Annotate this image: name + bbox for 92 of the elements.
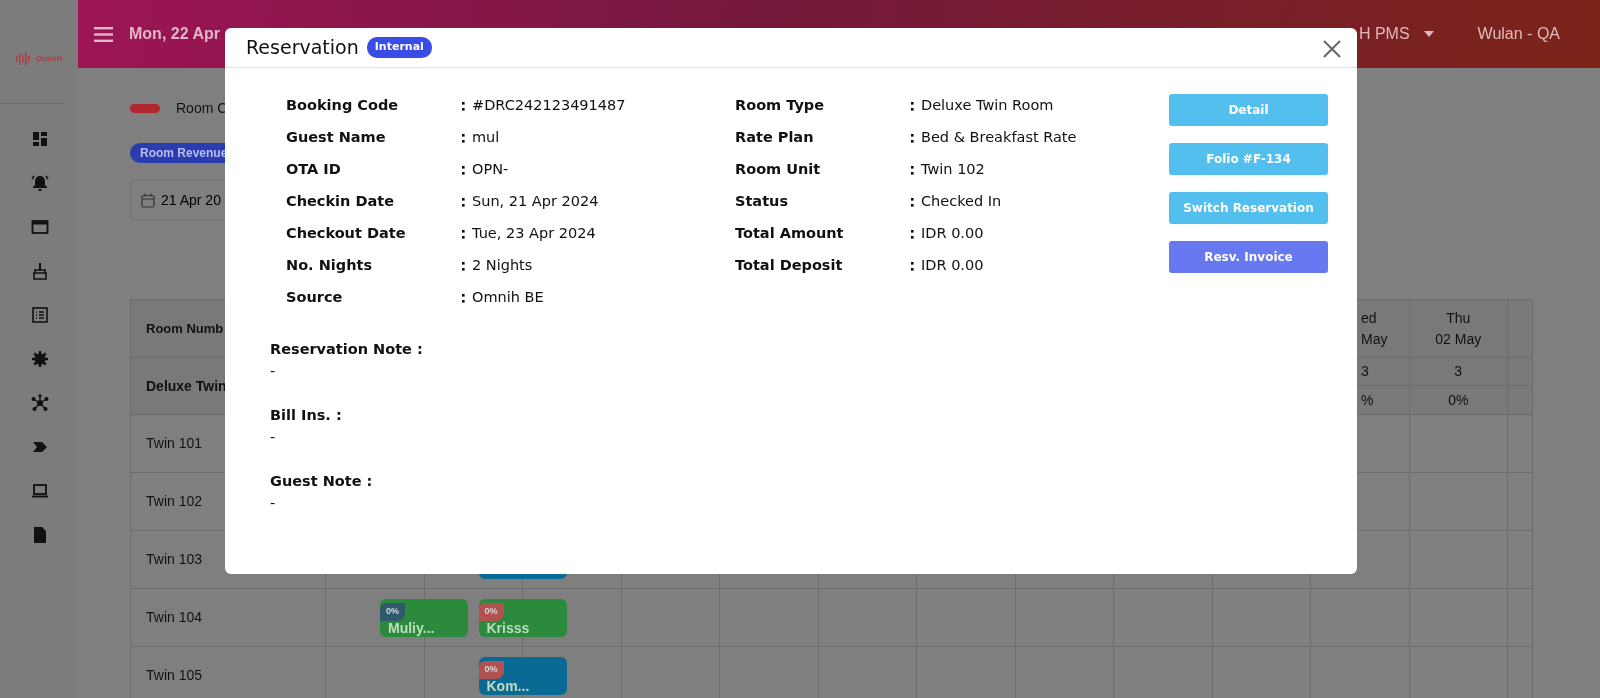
date-label: May <box>1361 329 1388 349</box>
percent-tag: 0% <box>478 603 504 621</box>
table-value: 3 <box>1361 362 1369 381</box>
field-label: Guest Name <box>286 128 387 147</box>
field-value: OPN- <box>472 160 510 179</box>
note-text: - <box>270 429 276 445</box>
settings-icon[interactable] <box>31 350 49 368</box>
room-name: Twin 105 <box>146 666 203 685</box>
percent-tag: 0% <box>380 603 405 621</box>
note-heading: Guest Note : <box>270 472 374 491</box>
network-icon[interactable] <box>31 394 49 412</box>
field-label: Total Amount <box>735 224 845 243</box>
colon-icon <box>911 133 914 143</box>
room-name: Twin 101 <box>146 434 203 453</box>
status-badge: Internal <box>366 37 432 58</box>
note-heading: Reservation Note : <box>270 340 424 359</box>
calendar-icon <box>141 192 155 208</box>
user-menu[interactable]: Wulan - QA <box>1477 22 1560 46</box>
action-button[interactable]: Detail <box>1169 94 1328 126</box>
field-label: Room Unit <box>735 160 822 179</box>
field-value: IDR 0.00 <box>921 256 985 275</box>
date-label: 02 May <box>1435 329 1482 349</box>
booking-bar[interactable]: 0% Kom... <box>478 657 567 695</box>
colon-icon <box>462 133 465 143</box>
colon-icon <box>911 165 914 175</box>
action-button[interactable]: Folio #F-134 <box>1169 143 1328 175</box>
list-icon[interactable] <box>31 306 49 324</box>
table-value: 0% <box>1448 390 1469 410</box>
caret-icon[interactable] <box>1423 31 1434 37</box>
table-value: 3 <box>1454 362 1463 381</box>
field-label: Room Type <box>735 96 826 115</box>
date-title: Mon, 22 Apr <box>129 24 220 44</box>
field-value: Twin 102 <box>921 160 986 179</box>
bell-icon[interactable] <box>31 174 49 192</box>
room-name: Twin 104 <box>146 608 203 627</box>
field-value: Tue, 23 Apr 2024 <box>472 224 597 243</box>
field-value: Omnih BE <box>472 288 545 307</box>
colon-icon <box>462 261 465 271</box>
field-value: Checked In <box>921 192 1003 211</box>
note-text: - <box>270 495 276 511</box>
document-icon[interactable] <box>31 526 49 544</box>
field-label: Total Deposit <box>735 256 844 275</box>
room-type-label: Deluxe Twin <box>146 376 227 396</box>
colon-icon <box>462 197 465 207</box>
colon-icon <box>911 261 914 271</box>
guest-name: Muliy... <box>387 620 436 635</box>
field-value: Bed & Breakfast Rate <box>921 128 1078 147</box>
field-label: Source <box>286 288 344 307</box>
guest-name: Kom... <box>485 678 531 693</box>
action-button[interactable]: Switch Reservation <box>1169 192 1328 224</box>
field-value: IDR 0.00 <box>921 224 985 243</box>
colon-icon <box>911 229 914 239</box>
logo-icon <box>16 51 32 66</box>
colon-icon <box>462 101 465 111</box>
percent-tag: 0% <box>478 661 504 679</box>
dialog-title: Reservation <box>246 35 359 61</box>
legend-swatch <box>130 103 160 113</box>
day-label: Thu <box>1446 308 1471 328</box>
note-text: - <box>270 363 276 379</box>
action-button[interactable]: Resv. Invoice <box>1169 241 1328 273</box>
field-value: #DRC242123491487 <box>472 96 627 115</box>
colon-icon <box>462 165 465 175</box>
room-name: Twin 103 <box>146 550 203 569</box>
colon-icon <box>911 197 914 207</box>
field-label: Rate Plan <box>735 128 815 147</box>
field-label: Checkout Date <box>286 224 407 243</box>
guest-name: Krisss <box>485 620 531 635</box>
colon-icon <box>462 293 465 303</box>
booking-bar[interactable]: 0% Muliy... <box>380 599 468 637</box>
colon-icon <box>462 229 465 239</box>
laptop-icon[interactable] <box>31 482 49 500</box>
field-value: Deluxe Twin Room <box>921 96 1055 115</box>
field-label: No. Nights <box>286 256 374 275</box>
logo-text: OmniH <box>36 52 63 65</box>
dashboard-icon[interactable] <box>31 130 49 148</box>
field-value: 2 Nights <box>472 256 534 275</box>
field-label: Status <box>735 192 790 211</box>
menu-icon[interactable] <box>94 26 113 42</box>
broom-icon[interactable] <box>31 262 49 280</box>
colon-icon <box>911 101 914 111</box>
property-selector[interactable]: H PMS <box>1358 22 1410 46</box>
field-label: OTA ID <box>286 160 342 179</box>
field-label: Booking Code <box>286 96 400 115</box>
table-value: % <box>1361 390 1374 410</box>
note-heading: Bill Ins. : <box>270 406 343 425</box>
field-value: Sun, 21 Apr 2024 <box>472 192 600 211</box>
window-icon[interactable] <box>31 218 49 236</box>
field-value: mul <box>472 128 501 147</box>
day-label: ed <box>1361 308 1377 328</box>
booking-bar[interactable]: 0% Krisss <box>478 599 567 637</box>
column-title: Room Numb <box>146 319 224 338</box>
room-name: Twin 102 <box>146 492 203 511</box>
